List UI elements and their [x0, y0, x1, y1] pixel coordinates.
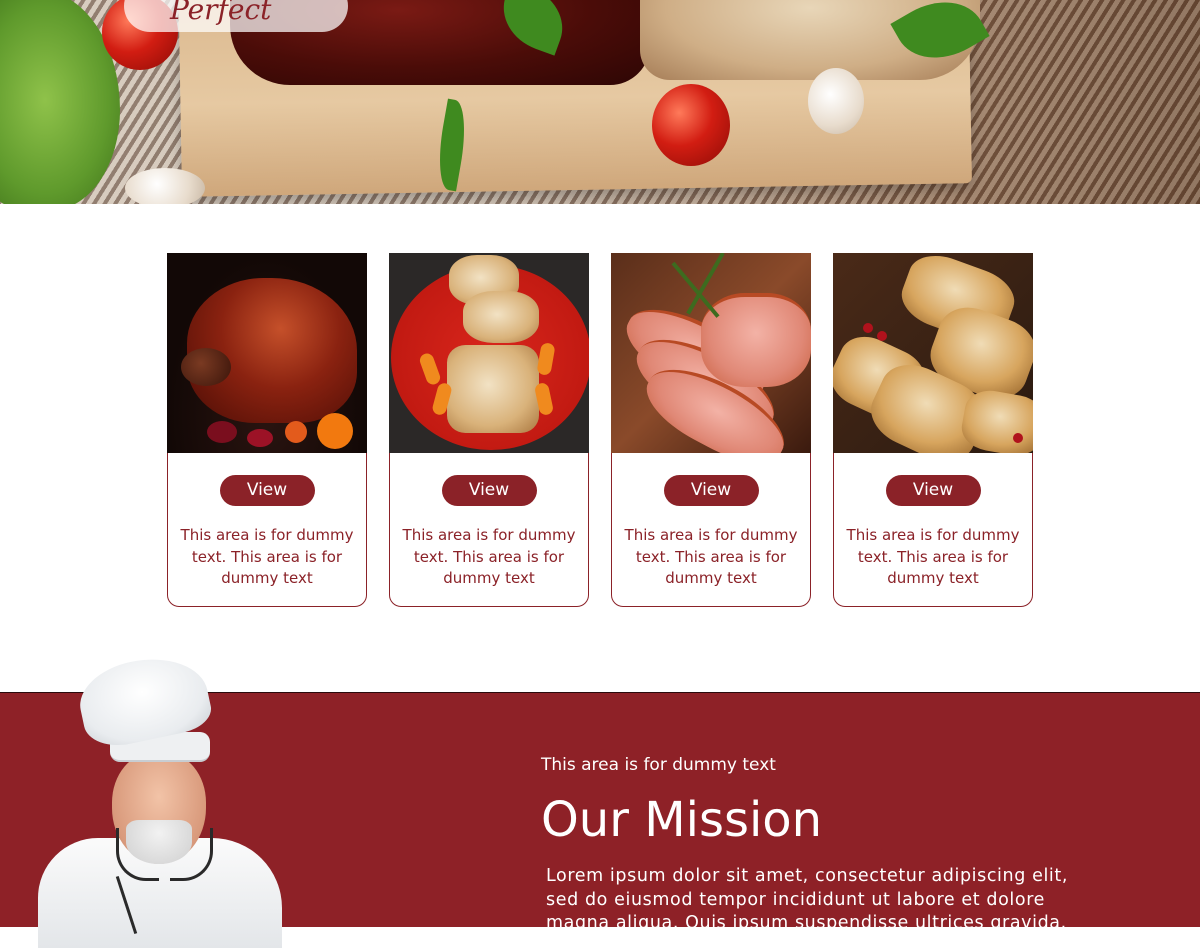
view-button[interactable]: View	[663, 475, 759, 506]
view-button[interactable]: View	[219, 475, 315, 506]
card-description: This area is for dummy text. This area i…	[402, 526, 576, 587]
product-card: View This area is for dummy text. This a…	[167, 253, 367, 607]
hero-badge: Perfect	[124, 0, 348, 32]
hero-banner: Perfect	[0, 0, 1200, 204]
mission-title: Our Mission	[541, 792, 823, 848]
hero-badge-text: Perfect	[170, 0, 272, 26]
mission-body: Lorem ipsum dolor sit amet, consectetur …	[546, 866, 1069, 933]
product-card: View This area is for dummy text. This a…	[389, 253, 589, 607]
sliced-ham-image	[611, 253, 811, 453]
chef-image	[30, 647, 300, 948]
view-button[interactable]: View	[885, 475, 981, 506]
card-description: This area is for dummy text. This area i…	[624, 526, 798, 587]
card-description: This area is for dummy text. This area i…	[180, 526, 354, 587]
product-cards: View This area is for dummy text. This a…	[167, 253, 1033, 607]
card-description: This area is for dummy text. This area i…	[846, 526, 1020, 587]
mission-kicker: This area is for dummy text	[541, 755, 776, 775]
garlic-image	[125, 168, 205, 204]
product-card: View This area is for dummy text. This a…	[833, 253, 1033, 607]
sliced-turkey-image	[833, 253, 1033, 453]
product-card: View This area is for dummy text. This a…	[611, 253, 811, 607]
garlic-image	[808, 68, 864, 134]
glazed-ham-image	[167, 253, 367, 453]
view-button[interactable]: View	[441, 475, 537, 506]
tomato-image	[652, 84, 730, 166]
rolled-roast-image	[389, 253, 589, 453]
